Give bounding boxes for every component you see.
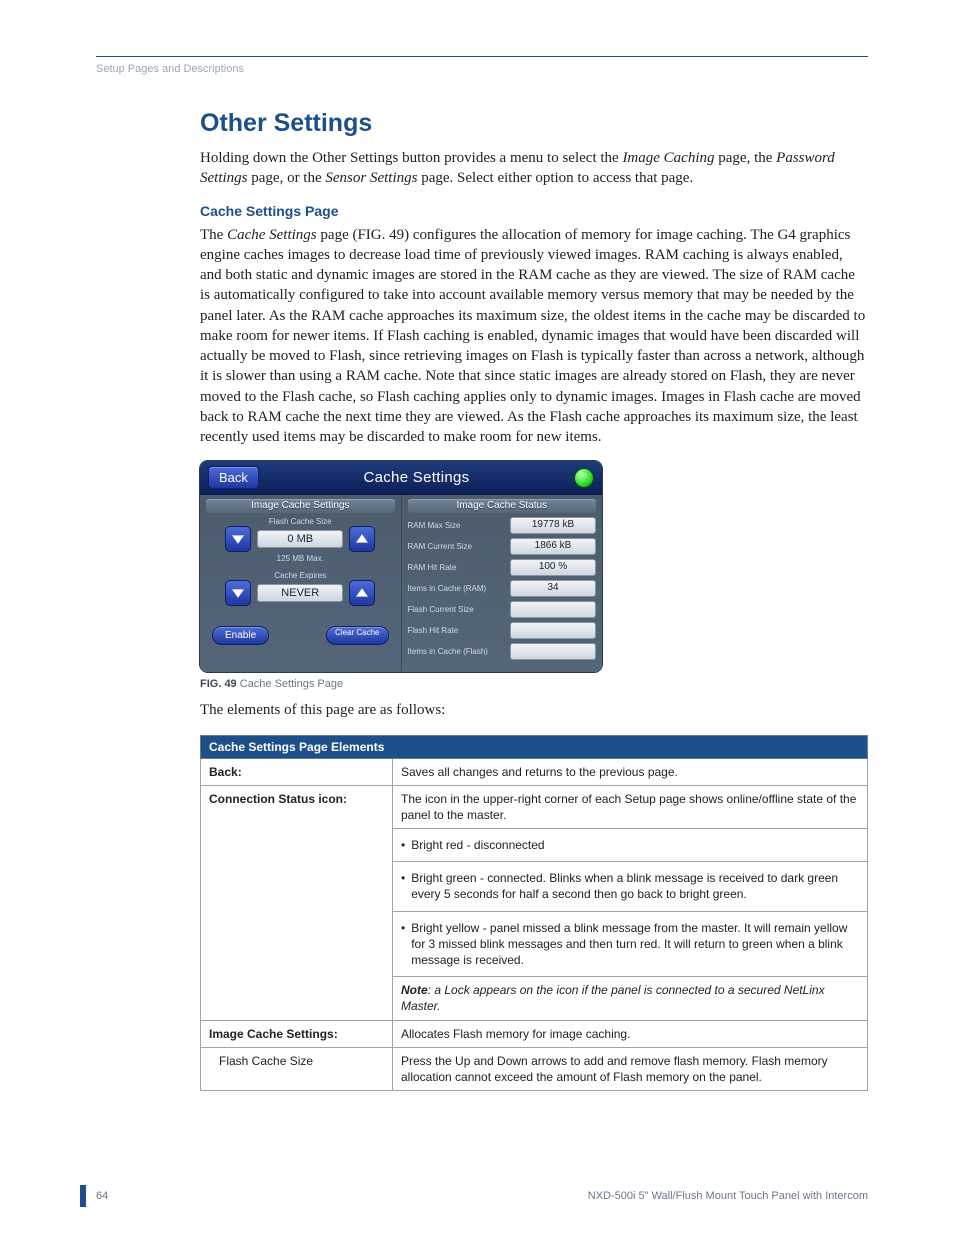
chevron-up-icon — [356, 533, 368, 545]
cell-bullet-green: •Bright green - connected. Blinks when a… — [393, 862, 868, 911]
label-flash-current-size: Flash Current Size — [408, 605, 505, 614]
pane-header-image-cache-status: Image Cache Status — [408, 499, 597, 513]
label-flash-cache-size: Flash Cache Size — [206, 517, 395, 526]
panel-title: Cache Settings — [267, 469, 566, 486]
pane-header-image-cache-settings: Image Cache Settings — [206, 499, 395, 513]
label-ram-hit-rate: RAM Hit Rate — [408, 563, 505, 572]
table-header: Cache Settings Page Elements — [201, 735, 868, 758]
label-flash-size-hint: 125 MB Max. — [206, 554, 395, 563]
flash-cache-size-value: 0 MB — [257, 530, 343, 548]
clear-cache-button[interactable]: Clear Cache — [326, 626, 388, 645]
cache-expires-value: NEVER — [257, 584, 343, 602]
cell-back-desc: Saves all changes and returns to the pre… — [393, 758, 868, 785]
label-ram-current-size: RAM Current Size — [408, 542, 505, 551]
cache-expires-up-button[interactable] — [349, 580, 375, 606]
cell-connection-status-desc: The icon in the upper-right corner of ea… — [393, 785, 868, 828]
label-items-in-cache-ram: Items in Cache (RAM) — [408, 584, 505, 593]
cache-settings-paragraph: The Cache Settings page (FIG. 49) config… — [200, 225, 868, 448]
flash-size-down-button[interactable] — [225, 526, 251, 552]
lead-out-text: The elements of this page are as follows… — [200, 700, 868, 720]
value-flash-current-size — [510, 601, 596, 618]
intro-paragraph: Holding down the Other Settings button p… — [200, 148, 868, 189]
cell-flash-cache-size-label: Flash Cache Size — [201, 1047, 393, 1090]
cell-back-label: Back: — [201, 758, 393, 785]
cell-bullet-yellow: •Bright yellow - panel missed a blink me… — [393, 911, 868, 977]
table-row: Image Cache Settings: Allocates Flash me… — [201, 1020, 868, 1047]
cell-bullet-red: •Bright red - disconnected — [393, 829, 868, 862]
value-flash-hit-rate — [510, 622, 596, 639]
value-items-in-cache-ram: 34 — [510, 580, 596, 597]
value-ram-max-size: 19778 kB — [510, 517, 596, 534]
chevron-down-icon — [232, 533, 244, 545]
cell-note: Note: a Lock appears on the icon if the … — [393, 977, 868, 1020]
label-flash-hit-rate: Flash Hit Rate — [408, 626, 505, 635]
cell-image-cache-settings-label: Image Cache Settings: — [201, 1020, 393, 1047]
breadcrumb: Setup Pages and Descriptions — [96, 63, 868, 75]
cell-connection-status-label: Connection Status icon: — [201, 785, 393, 1020]
label-cache-expires: Cache Expires — [206, 571, 395, 580]
value-ram-current-size: 1866 kB — [510, 538, 596, 555]
value-items-in-cache-flash — [510, 643, 596, 660]
enable-button[interactable]: Enable — [212, 626, 269, 645]
cache-expires-down-button[interactable] — [225, 580, 251, 606]
chevron-up-icon — [356, 587, 368, 599]
back-button[interactable]: Back — [208, 466, 259, 489]
page-number: 64 — [96, 1190, 126, 1202]
cell-image-cache-settings-desc: Allocates Flash memory for image caching… — [393, 1020, 868, 1047]
footer-accent-bar — [80, 1185, 86, 1207]
table-row: Flash Cache Size Press the Up and Down a… — [201, 1047, 868, 1090]
cell-flash-cache-size-desc: Press the Up and Down arrows to add and … — [393, 1047, 868, 1090]
connection-status-icon — [574, 468, 594, 488]
value-ram-hit-rate: 100 % — [510, 559, 596, 576]
table-row: Back: Saves all changes and returns to t… — [201, 758, 868, 785]
label-ram-max-size: RAM Max Size — [408, 521, 505, 530]
flash-size-up-button[interactable] — [349, 526, 375, 552]
chevron-down-icon — [232, 587, 244, 599]
label-items-in-cache-flash: Items in Cache (Flash) — [408, 647, 505, 656]
figure-cache-settings-panel: Back Cache Settings Image Cache Settings… — [200, 461, 602, 672]
figure-caption: FIG. 49 Cache Settings Page — [200, 678, 868, 690]
table-row: Connection Status icon: The icon in the … — [201, 785, 868, 828]
page-title: Other Settings — [200, 109, 868, 138]
section-heading-cache-settings: Cache Settings Page — [200, 203, 868, 219]
cache-settings-elements-table: Cache Settings Page Elements Back: Saves… — [200, 735, 868, 1092]
document-title-footer: NXD-500i 5" Wall/Flush Mount Touch Panel… — [126, 1190, 868, 1202]
